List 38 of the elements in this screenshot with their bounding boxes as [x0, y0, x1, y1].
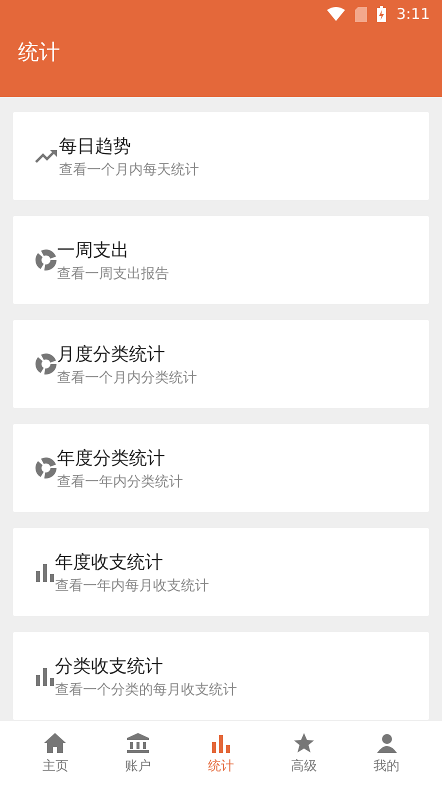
nav-tab[interactable]: 我的 — [356, 733, 417, 775]
donut-chart-icon — [35, 457, 57, 479]
card-subtitle: 查看一个月内每天统计 — [59, 160, 200, 178]
bar-chart-icon — [35, 562, 55, 582]
card-title: 年度收支统计 — [55, 550, 164, 574]
card-title: 每日趋势 — [59, 134, 132, 158]
stat-card[interactable]: 分类收支统计 查看一个分类的每月收支统计 — [13, 632, 429, 720]
nav-tab[interactable]: 高级 — [274, 733, 334, 775]
battery-charging-icon — [377, 6, 386, 22]
donut-chart-icon — [35, 249, 57, 271]
person-icon — [376, 733, 397, 753]
card-title: 月度分类统计 — [57, 342, 166, 366]
no-sim-icon — [355, 6, 368, 22]
card-title: 一周支出 — [57, 238, 130, 262]
wifi-icon — [327, 7, 346, 21]
donut-chart-icon — [35, 353, 57, 375]
card-title: 年度分类统计 — [57, 446, 166, 470]
card-subtitle: 查看一个月内分类统计 — [57, 368, 198, 386]
bar-chart-icon — [210, 733, 231, 753]
card-subtitle: 查看一周支出报告 — [57, 264, 170, 282]
stat-card[interactable]: 一周支出 查看一周支出报告 — [13, 216, 429, 304]
stat-card[interactable]: 月度分类统计 查看一个月内分类统计 — [13, 320, 429, 408]
nav-tab[interactable]: 账户 — [108, 733, 168, 775]
home-icon — [44, 733, 66, 753]
trend-icon — [35, 149, 59, 163]
nav-tab[interactable]: 主页 — [25, 733, 86, 775]
bar-chart-icon — [35, 666, 55, 686]
stat-card[interactable]: 年度收支统计 查看一年内每月收支统计 — [13, 528, 429, 616]
card-subtitle: 查看一个分类的每月收支统计 — [55, 680, 238, 698]
stat-card[interactable]: 每日趋势 查看一个月内每天统计 — [13, 112, 429, 200]
card-title: 分类收支统计 — [55, 654, 164, 678]
bank-icon — [127, 733, 150, 753]
star-icon — [294, 733, 314, 753]
page-title: 统计 — [17, 39, 61, 66]
status-time: 3:11 — [396, 5, 430, 23]
card-subtitle: 查看一年内每月收支统计 — [55, 576, 210, 594]
card-subtitle: 查看一年内分类统计 — [57, 472, 184, 490]
stat-card[interactable]: 年度分类统计 查看一年内分类统计 — [13, 424, 429, 512]
